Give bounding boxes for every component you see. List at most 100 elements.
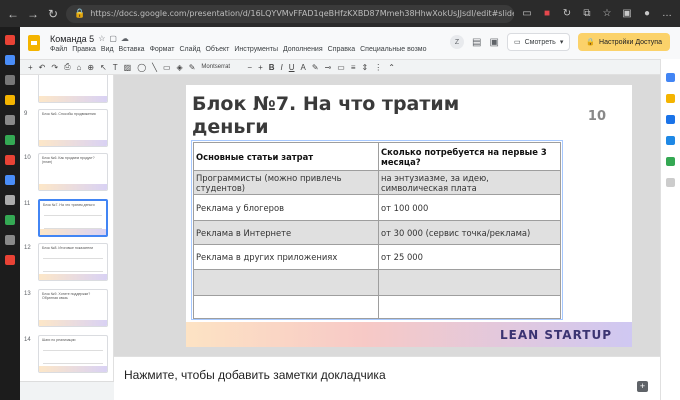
menu-view[interactable]: Вид <box>101 46 114 53</box>
menu-accessibility[interactable]: Специальные возмо <box>360 46 426 53</box>
extension-icon[interactable]: ■ <box>540 8 554 19</box>
favorites-icon[interactable]: ☆ <box>600 8 614 19</box>
table-selection-outline <box>191 140 563 320</box>
italic-icon[interactable]: I <box>281 63 283 72</box>
app-icon[interactable] <box>5 175 15 185</box>
underline-icon[interactable]: U <box>289 63 295 72</box>
menu-addons[interactable]: Дополнения <box>283 46 323 53</box>
document-title[interactable]: Команда 5 <box>50 34 94 44</box>
split-icon[interactable]: ⧉ <box>580 8 594 19</box>
slide-thumbnail[interactable]: Шаги по реализации <box>38 335 108 373</box>
tasks-icon[interactable] <box>666 115 675 124</box>
menu-help[interactable]: Справка <box>328 46 355 53</box>
collaborator-avatar[interactable]: Z <box>450 35 465 49</box>
more-options-icon[interactable]: ⋮ <box>374 63 382 72</box>
insert-comment-icon[interactable]: ▭ <box>337 63 345 72</box>
slide-thumbnail[interactable] <box>38 75 108 103</box>
align-icon[interactable]: ≡ <box>351 63 356 72</box>
font-size-increase[interactable]: + <box>258 63 263 72</box>
highlight-icon[interactable]: ✎ <box>312 63 319 72</box>
meet-icon[interactable]: ▣ <box>490 37 499 48</box>
refresh-icon[interactable]: ↻ <box>560 8 574 19</box>
app-icon[interactable] <box>5 255 15 265</box>
comment-icon[interactable]: ▭ <box>163 63 171 72</box>
present-button[interactable]: ▭ Смотреть ▾ <box>506 33 571 51</box>
select-icon[interactable]: ↖ <box>100 63 107 72</box>
collections-icon[interactable]: ▣ <box>620 8 634 19</box>
maps-icon[interactable] <box>666 157 675 166</box>
star-icon[interactable]: ☆ <box>98 34 105 43</box>
menu-slide[interactable]: Слайд <box>179 46 200 53</box>
cloud-icon[interactable]: ☁ <box>121 34 129 43</box>
image-icon[interactable]: ▨ <box>124 63 132 72</box>
comments-icon[interactable]: ▤ <box>472 37 481 48</box>
slide-thumbnail[interactable]: Блок №6. Как продаем продукт? (план) <box>38 153 108 191</box>
slide-number: 13 <box>24 291 31 297</box>
bold-icon[interactable]: B <box>269 63 275 72</box>
speaker-notes-placeholder[interactable]: Нажмите, чтобы добавить заметки докладчи… <box>124 368 386 382</box>
address-bar[interactable]: 🔒 https://docs.google.com/presentation/d… <box>66 4 514 23</box>
text-box-icon[interactable]: T <box>113 63 118 72</box>
tab-icon[interactable]: ▭ <box>520 8 534 19</box>
app-icon[interactable] <box>5 75 15 85</box>
title-area: Команда 5 ☆ ▢ ☁ Файл Правка Вид Вставка … <box>50 34 427 53</box>
forward-icon[interactable]: → <box>26 7 40 21</box>
shape-icon[interactable]: ◯ <box>137 63 146 72</box>
slide[interactable]: Блок №7. На что тратим деньги 10 Основны… <box>186 85 632 347</box>
app-icon[interactable] <box>5 115 15 125</box>
redo-icon[interactable]: ↷ <box>51 63 58 72</box>
move-icon[interactable]: ▢ <box>109 34 117 43</box>
slide-thumbnail[interactable]: Блок №6. Способы продвижения <box>38 109 108 147</box>
more-icon[interactable]: … <box>660 8 674 19</box>
font-size-decrease[interactable]: − <box>247 63 252 72</box>
line-icon[interactable]: ╲ <box>152 63 157 72</box>
slide-thumbnail[interactable]: Блок №8. Итоговые показатели <box>38 243 108 281</box>
app-icon[interactable] <box>5 155 15 165</box>
app-icon[interactable] <box>5 135 15 145</box>
slide-title[interactable]: Блок №7. На что тратим деньги <box>192 93 492 139</box>
zoom-icon[interactable]: ⊕ <box>87 63 94 72</box>
calendar-icon[interactable] <box>666 73 675 82</box>
undo-icon[interactable]: ↶ <box>39 63 46 72</box>
print-icon[interactable]: ⎙ <box>64 62 70 72</box>
slide-thumbnail[interactable]: Блок №9. Хотите поддержки? Обратная связ… <box>38 289 108 327</box>
fill-color-icon[interactable]: ◈ <box>177 63 183 72</box>
app-icon[interactable] <box>5 95 15 105</box>
slide-canvas[interactable]: Блок №7. На что тратим деньги 10 Основны… <box>114 75 660 356</box>
contacts-icon[interactable] <box>666 136 675 145</box>
app-icon[interactable] <box>5 215 15 225</box>
menu-insert[interactable]: Вставка <box>119 46 145 53</box>
slide-number: 11 <box>24 201 31 207</box>
app-icon[interactable] <box>5 195 15 205</box>
filmstrip-view-controls[interactable] <box>20 381 114 400</box>
app-icon[interactable] <box>5 235 15 245</box>
app-icon[interactable] <box>5 35 15 45</box>
slides-logo-icon[interactable] <box>28 35 40 51</box>
docs-header: Команда 5 ☆ ▢ ☁ Файл Правка Вид Вставка … <box>20 27 680 59</box>
link-icon[interactable]: ⊸ <box>325 63 332 72</box>
expand-side-panel-icon[interactable]: + <box>637 381 648 392</box>
menu-format[interactable]: Формат <box>150 46 175 53</box>
keep-icon[interactable] <box>666 94 675 103</box>
menu-object[interactable]: Объект <box>205 46 229 53</box>
back-icon[interactable]: ← <box>6 7 20 21</box>
profile-icon[interactable]: ● <box>640 8 654 19</box>
reload-icon[interactable]: ↻ <box>46 7 60 21</box>
add-addon-icon[interactable] <box>666 178 675 187</box>
menu-tools[interactable]: Инструменты <box>234 46 278 53</box>
menu-file[interactable]: Файл <box>50 46 67 53</box>
menu-edit[interactable]: Правка <box>72 46 96 53</box>
slide-thumbnail-title: Шаги по реализации <box>42 338 76 342</box>
slide-number: 10 <box>24 155 31 161</box>
paint-format-icon[interactable]: ⌂ <box>76 63 81 72</box>
line-spacing-icon[interactable]: ⇕ <box>362 63 369 72</box>
font-family-select[interactable]: Montserrat <box>201 64 241 70</box>
speaker-notes[interactable]: Нажмите, чтобы добавить заметки докладчи… <box>114 356 660 400</box>
slide-thumbnail-active[interactable]: Блок №7. На что тратим деньги <box>38 199 108 237</box>
border-color-icon[interactable]: ✎ <box>189 63 196 72</box>
app-icon[interactable] <box>5 55 15 65</box>
text-color-icon[interactable]: A <box>301 63 306 72</box>
add-icon[interactable]: + <box>28 63 33 72</box>
collapse-toolbar-icon[interactable]: ⌃ <box>388 63 395 72</box>
share-button[interactable]: 🔒 Настройки Доступа <box>578 33 670 51</box>
